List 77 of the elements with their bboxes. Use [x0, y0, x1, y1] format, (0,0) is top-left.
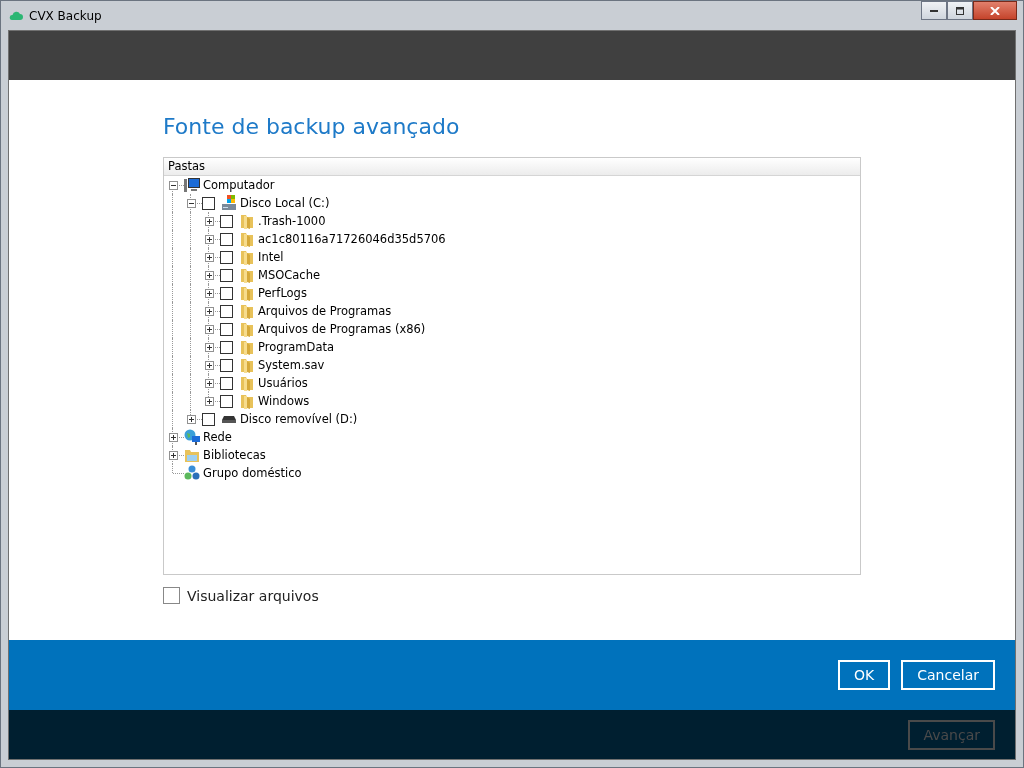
folder-icon [239, 249, 255, 265]
page-heading: Fonte de backup avançado [163, 114, 461, 139]
tree-item-label[interactable]: Disco Local (C:) [240, 196, 330, 210]
folder-icon [239, 285, 255, 301]
tree-item-label[interactable]: MSOCache [258, 268, 321, 282]
expand-toggle-icon[interactable] [186, 414, 196, 424]
tree-item-label[interactable]: Bibliotecas [203, 448, 266, 462]
close-icon [990, 6, 1000, 15]
expand-toggle-icon[interactable] [204, 360, 214, 370]
checkbox[interactable] [220, 268, 233, 282]
tree-item-label[interactable]: ac1c80116a71726046d35d5706 [258, 232, 446, 246]
tree-item-label[interactable]: Disco removível (D:) [240, 412, 358, 426]
checkbox[interactable] [220, 250, 233, 264]
folder-icon [239, 375, 255, 391]
tree-item-label[interactable]: Arquivos de Programas [258, 304, 392, 318]
dialog-button[interactable]: OK [838, 660, 891, 690]
tree-item-label[interactable]: Computador [203, 178, 275, 192]
folder-icon [239, 213, 255, 229]
expand-toggle-icon[interactable] [204, 396, 214, 406]
folder-icon [239, 393, 255, 409]
computer-icon [184, 177, 200, 193]
expand-toggle-icon[interactable] [204, 288, 214, 298]
expand-toggle-icon[interactable] [204, 378, 214, 388]
checkbox[interactable] [202, 196, 215, 210]
minimize-icon [930, 9, 938, 12]
tree-item-label[interactable]: Rede [203, 430, 232, 444]
tree-item-label[interactable]: Arquivos de Programas (x86) [258, 322, 426, 336]
checkbox[interactable] [163, 587, 180, 604]
tree-item-label[interactable]: System.sav [258, 358, 325, 372]
library-folder-icon [184, 447, 200, 463]
collapse-toggle-icon[interactable] [186, 198, 196, 208]
expand-toggle-icon[interactable] [204, 252, 214, 262]
drive-icon [222, 415, 236, 423]
tree-item-label[interactable]: Grupo doméstico [203, 466, 302, 480]
expand-toggle-icon[interactable] [204, 234, 214, 244]
tree-item-label[interactable]: Windows [258, 394, 310, 408]
checkbox[interactable] [220, 322, 233, 336]
folder-icon [239, 303, 255, 319]
checkbox[interactable] [220, 358, 233, 372]
window-title: CVX Backup [29, 8, 102, 23]
network-globe-icon [184, 429, 200, 445]
folder-icon [239, 231, 255, 247]
checkbox[interactable] [202, 412, 215, 426]
folder-icon [239, 321, 255, 337]
expand-toggle-icon[interactable] [204, 270, 214, 280]
checkbox[interactable] [220, 394, 233, 408]
tree-item-label[interactable]: Intel [258, 250, 284, 264]
checkbox[interactable] [220, 304, 233, 318]
folder-icon [239, 339, 255, 355]
minimize-button[interactable] [921, 1, 947, 20]
checkbox[interactable] [220, 232, 233, 246]
column-header: Pastas [164, 158, 860, 176]
tree-item-label[interactable]: Usuários [258, 376, 308, 390]
folder-icon [239, 357, 255, 373]
checkbox[interactable] [220, 340, 233, 354]
expand-toggle-icon[interactable] [204, 306, 214, 316]
tree-item-label[interactable]: PerfLogs [258, 286, 307, 300]
collapse-toggle-icon[interactable] [168, 180, 178, 190]
checkbox[interactable] [220, 214, 233, 228]
checkbox-label[interactable]: Visualizar arquivos [187, 587, 319, 604]
cloud-logo-icon [9, 10, 23, 21]
maximize-icon [956, 6, 964, 15]
drive-icon [221, 195, 237, 211]
expand-toggle-icon[interactable] [204, 324, 214, 334]
maximize-button[interactable] [947, 1, 973, 20]
tree-item-label[interactable]: .Trash-1000 [258, 214, 326, 228]
checkbox[interactable] [220, 286, 233, 300]
homegroup-icon [184, 465, 200, 481]
folder-icon [239, 267, 255, 283]
tree-item-label[interactable]: ProgramData [258, 340, 334, 354]
checkbox[interactable] [220, 376, 233, 390]
expand-toggle-icon[interactable] [204, 342, 214, 352]
close-button[interactable] [973, 1, 1017, 20]
expand-toggle-icon[interactable] [168, 432, 178, 442]
expand-toggle-icon[interactable] [168, 450, 178, 460]
expand-toggle-icon[interactable] [204, 216, 214, 226]
dialog-button[interactable]: Cancelar [901, 660, 995, 690]
